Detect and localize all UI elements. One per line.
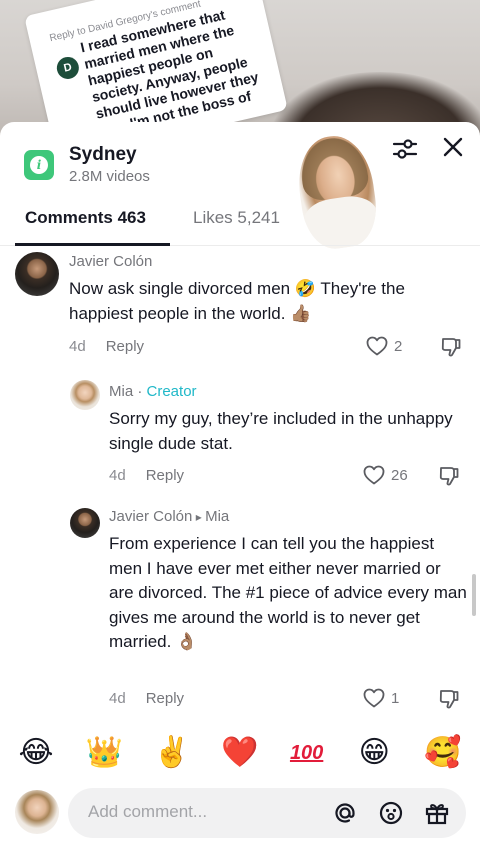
comment-input-placeholder[interactable]: Add comment...: [88, 802, 207, 822]
comment-age: 4d: [109, 690, 126, 707]
emoji-victory-icon[interactable]: ✌️: [153, 735, 190, 771]
sheet-header: i Sydney 2.8M videos Comments 463 Likes …: [0, 122, 480, 253]
like-count: 2: [394, 337, 403, 355]
heart-icon[interactable]: [363, 465, 385, 485]
dislike-icon[interactable]: [438, 465, 460, 487]
reply-button[interactable]: Reply: [146, 467, 184, 484]
reply-sticker-avatar: D: [54, 54, 82, 82]
heart-icon[interactable]: [363, 688, 385, 708]
creator-badge: Creator: [146, 383, 197, 400]
avatar[interactable]: [70, 380, 100, 410]
comment-text: Sorry my guy, they’re included in the un…: [109, 409, 453, 453]
sheet-subtitle: 2.8M videos: [69, 168, 150, 185]
avatar: [15, 790, 59, 834]
comment-author[interactable]: Javier Colón ▸ Mia: [109, 508, 229, 525]
emoji-heart-icon[interactable]: ❤️: [221, 735, 258, 771]
like-button[interactable]: 1: [363, 688, 399, 708]
comment-tabs: Comments 463 Likes 5,241: [0, 204, 480, 246]
reply-button[interactable]: Reply: [106, 338, 144, 355]
emoji-love-face-icon[interactable]: 🥰: [424, 735, 461, 771]
comment-age: 4d: [69, 338, 86, 355]
comment-age: 4d: [109, 467, 126, 484]
sheet-title[interactable]: Sydney: [69, 144, 137, 166]
avatar[interactable]: [15, 252, 59, 296]
scrollbar[interactable]: [472, 574, 476, 616]
like-count: 1: [391, 689, 400, 707]
dislike-icon[interactable]: [440, 336, 462, 358]
tab-likes[interactable]: Likes 5,241: [193, 208, 280, 228]
comment-author[interactable]: Mia · Creator: [109, 383, 197, 400]
reply-arrow-icon: ▸: [192, 510, 206, 524]
comment-item: Javier Colón ▸ Mia From experience I can…: [0, 502, 480, 717]
heart-icon[interactable]: [366, 336, 388, 356]
comment-item: Javier Colón Now ask single divorced men…: [0, 246, 480, 366]
emoji-reaction-bar: 😂 👑 ✌️ ❤️ 100 😁 🥰: [0, 722, 480, 784]
comment-text: Now ask single divorced men 🤣 They're th…: [69, 279, 405, 323]
like-button[interactable]: 26: [363, 465, 408, 485]
comments-sheet: i Sydney 2.8M videos Comments 463 Likes …: [0, 122, 480, 854]
reply-to-name[interactable]: Mia: [205, 508, 229, 525]
comment-meta: 4d Reply: [109, 690, 184, 707]
comment-input-row: Add comment...: [0, 784, 480, 854]
video-reply-sticker: Reply to David Gregory's comment D I rea…: [24, 0, 288, 140]
author-separator: ·: [133, 383, 147, 400]
like-count: 26: [391, 466, 408, 484]
comment-text: From experience I can tell you the happi…: [109, 534, 467, 651]
video-background: Reply to David Gregory's comment D I rea…: [0, 0, 480, 140]
emoji-icon[interactable]: [378, 800, 404, 826]
like-button[interactable]: 2: [366, 336, 402, 356]
comment-meta: 4d Reply: [69, 338, 144, 355]
emoji-laughing-icon[interactable]: 😂: [18, 735, 54, 771]
author-name[interactable]: Javier Colón: [109, 508, 192, 525]
sound-logo-icon[interactable]: i: [24, 150, 54, 180]
emoji-grin-icon[interactable]: 😁: [356, 735, 392, 771]
tab-comments[interactable]: Comments 463: [25, 208, 146, 228]
emoji-crown-icon[interactable]: 👑: [86, 735, 123, 771]
filter-icon[interactable]: [392, 136, 418, 162]
close-icon[interactable]: [442, 136, 464, 158]
reply-button[interactable]: Reply: [146, 690, 184, 707]
dislike-icon[interactable]: [438, 688, 460, 710]
author-name[interactable]: Mia: [109, 383, 133, 400]
comment-author[interactable]: Javier Colón: [69, 253, 152, 270]
comment-meta: 4d Reply: [109, 467, 184, 484]
avatar[interactable]: [70, 508, 100, 538]
gift-icon[interactable]: [424, 800, 450, 826]
comment-input[interactable]: Add comment...: [68, 788, 466, 838]
comment-item: Mia · Creator Sorry my guy, they’re incl…: [0, 374, 480, 494]
emoji-hundred-icon[interactable]: 100: [289, 735, 325, 771]
mention-icon[interactable]: [332, 800, 358, 826]
author-name[interactable]: Javier Colón: [69, 253, 152, 270]
